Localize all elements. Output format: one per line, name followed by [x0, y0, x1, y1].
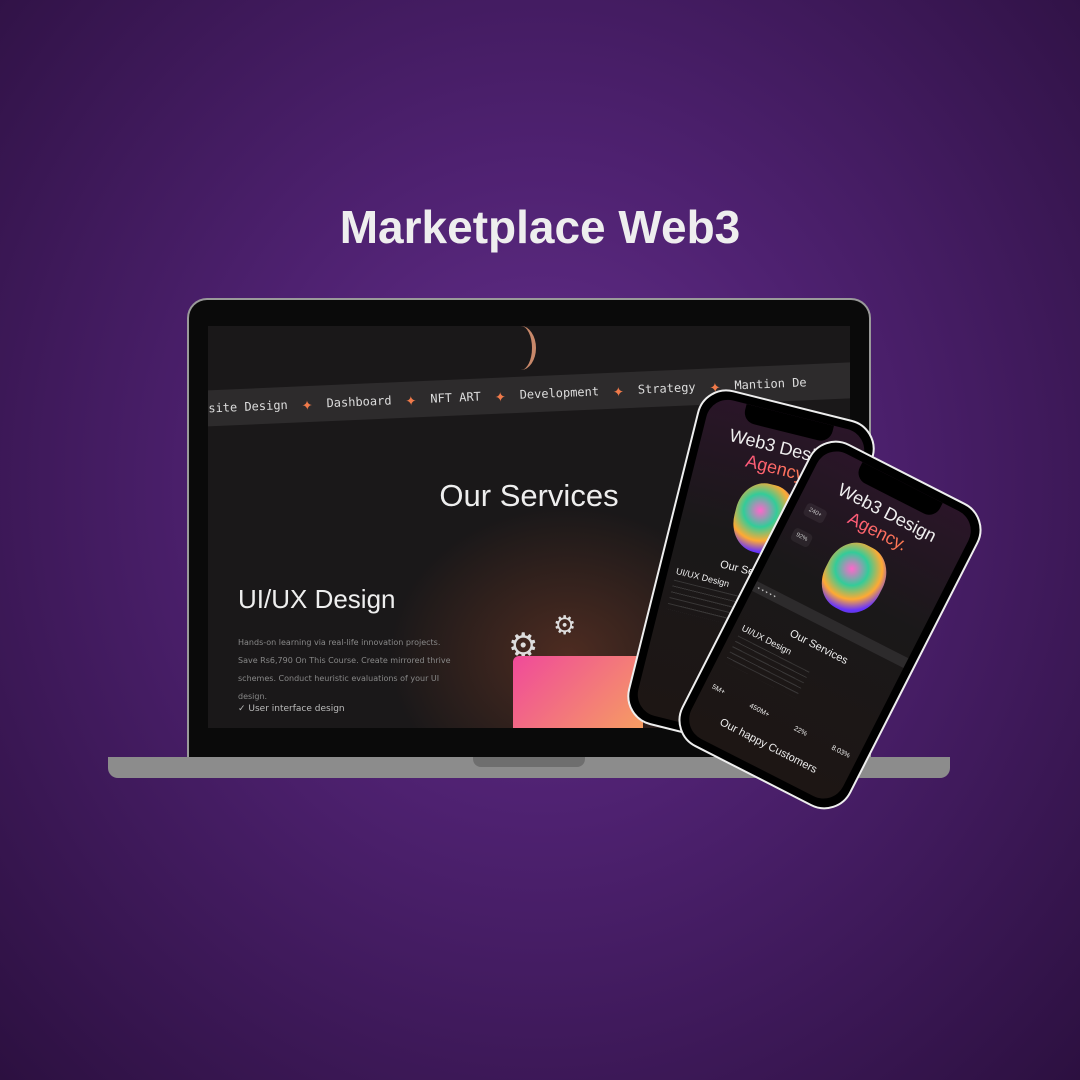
page-title: Marketplace Web3: [339, 201, 741, 253]
ribbon-item: NFT ART: [430, 389, 482, 406]
ribbon-item: Mantion De: [734, 375, 807, 393]
stat: 22%: [792, 725, 809, 738]
star-icon: ✦: [301, 393, 314, 415]
star-icon: ✦: [494, 384, 507, 407]
stat-badge: 92%: [789, 526, 814, 549]
stat: 8.03%: [830, 744, 851, 760]
service-description: Hands-on learning via real-life innovati…: [238, 638, 451, 701]
ribbon-item: Strategy: [637, 380, 696, 397]
gear-icon: ⚙: [553, 611, 577, 641]
swirl-decoration: [506, 326, 536, 370]
stat: 450M+: [748, 702, 771, 719]
star-icon: ✦: [612, 379, 625, 402]
ribbon-item: Dashboard: [326, 393, 392, 411]
illustration: [513, 656, 643, 728]
service-title: UI/UX Design: [238, 584, 396, 614]
checklist-item: ✓ User interface design: [238, 704, 345, 714]
check-icon: ✓: [238, 704, 249, 714]
stat: 5M+: [710, 683, 727, 697]
ribbon-item: site Design: [208, 397, 289, 416]
star-icon: ✦: [405, 388, 417, 411]
laptop-notch: [473, 757, 585, 767]
ribbon-item: Development: [519, 384, 600, 402]
checklist-label: User interface design: [248, 704, 345, 714]
